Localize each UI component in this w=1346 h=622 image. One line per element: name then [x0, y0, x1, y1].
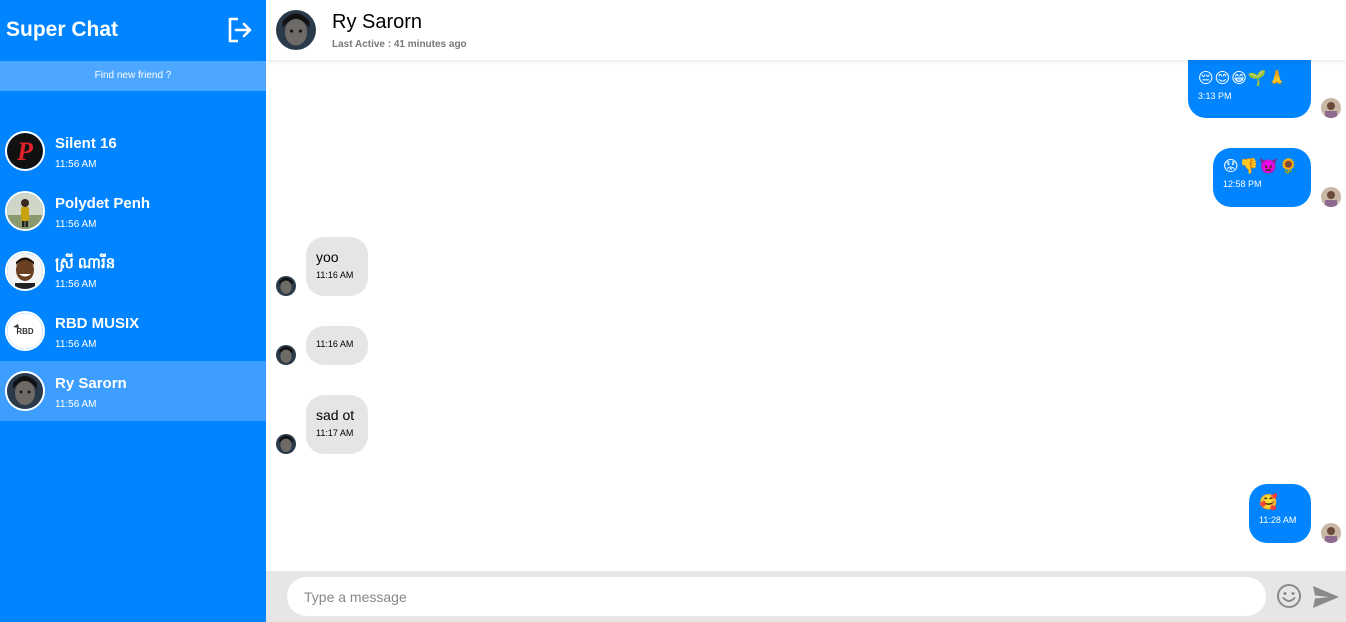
message-incoming: sad ot 11:17 AM — [306, 395, 368, 454]
friend-time: 11:56 AM — [55, 278, 97, 290]
friend-name: Polydet Penh — [55, 194, 151, 212]
friend-item-rbd-musix[interactable]: RBD RBD MUSIX 11:56 AM — [0, 301, 266, 361]
last-active-status: Last Active : 41 minutes ago — [332, 38, 467, 50]
avatar: RBD — [5, 311, 45, 351]
message-time: 11:16 AM — [316, 270, 354, 280]
message-text: 😔😊😁🌱🙏 — [1198, 70, 1288, 87]
sender-avatar — [1321, 523, 1341, 543]
message-time: 3:13 PM — [1198, 91, 1232, 101]
message-time: 11:17 AM — [316, 428, 354, 438]
svg-text:RBD: RBD — [16, 327, 34, 336]
message-list: 😔😊😁🌱🙏 3:13 PM 😟👎👿🌻 12:58 PM yoo 11:16 AM — [266, 60, 1346, 570]
sender-avatar — [276, 434, 296, 454]
logout-icon[interactable] — [226, 16, 254, 44]
friend-item-ry-sarorn[interactable]: Ry Sarorn 11:56 AM — [0, 361, 266, 421]
friend-time: 11:56 AM — [55, 158, 97, 170]
avatar: P — [5, 131, 45, 171]
message-incoming: 11:16 AM — [306, 326, 368, 365]
friend-time: 11:56 AM — [55, 218, 97, 230]
sender-avatar — [1321, 98, 1341, 118]
svg-text:P: P — [16, 137, 34, 166]
friend-name: ស្រី ណារីន — [55, 254, 116, 272]
message-outgoing: 😔😊😁🌱🙏 3:13 PM — [1188, 60, 1311, 118]
message-composer — [266, 571, 1346, 622]
chat-panel: Ry Sarorn Last Active : 41 minutes ago 😔… — [266, 0, 1346, 622]
sender-avatar — [1321, 187, 1341, 207]
message-time: 12:58 PM — [1223, 179, 1262, 189]
sender-avatar — [276, 345, 296, 365]
message-text: 🥰 — [1259, 494, 1279, 511]
friend-time: 11:56 AM — [55, 398, 97, 410]
send-icon[interactable] — [1312, 584, 1340, 610]
chat-header: Ry Sarorn Last Active : 41 minutes ago — [266, 0, 1346, 60]
message-text: 😟👎👿🌻 — [1223, 158, 1299, 175]
friend-name: Silent 16 — [55, 134, 117, 152]
emoji-picker-icon[interactable] — [1276, 583, 1302, 609]
message-incoming: yoo 11:16 AM — [306, 237, 368, 296]
sidebar: Super Chat Find new friend ? P Silent 16… — [0, 0, 266, 622]
avatar — [5, 371, 45, 411]
avatar — [5, 191, 45, 231]
message-text: sad ot — [316, 407, 355, 423]
message-time: 11:28 AM — [1259, 515, 1297, 525]
friend-list: P Silent 16 11:56 AM Polydet Penh 11:56 … — [0, 121, 266, 421]
contact-avatar[interactable] — [276, 10, 316, 50]
friend-item-srey-narin[interactable]: ស្រី ណារីន 11:56 AM — [0, 241, 266, 301]
message-outgoing: 😟👎👿🌻 12:58 PM — [1213, 148, 1311, 207]
find-new-friend-button[interactable]: Find new friend ? — [0, 61, 266, 91]
message-outgoing: 🥰 11:28 AM — [1249, 484, 1311, 543]
message-input[interactable] — [287, 577, 1266, 616]
message-text: yoo — [316, 249, 339, 265]
avatar — [5, 251, 45, 291]
sidebar-header: Super Chat — [0, 0, 266, 60]
friend-item-silent-16[interactable]: P Silent 16 11:56 AM — [0, 121, 266, 181]
friend-time: 11:56 AM — [55, 338, 97, 350]
friend-name: RBD MUSIX — [55, 314, 140, 332]
sender-avatar — [276, 276, 296, 296]
friend-item-polydet-penh[interactable]: Polydet Penh 11:56 AM — [0, 181, 266, 241]
friend-name: Ry Sarorn — [55, 374, 127, 392]
contact-name: Ry Sarorn — [332, 10, 423, 33]
app-title: Super Chat — [6, 18, 119, 41]
message-time: 11:16 AM — [316, 339, 354, 349]
